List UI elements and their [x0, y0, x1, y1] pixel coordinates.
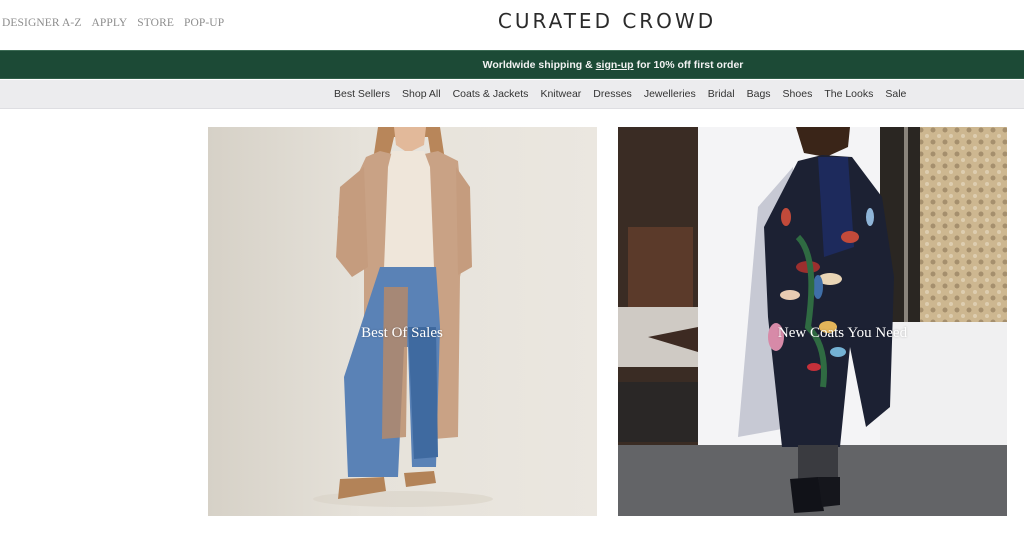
nav-item-knitwear[interactable]: Knitwear	[540, 88, 581, 100]
nav-item-coats-jackets[interactable]: Coats & Jackets	[453, 88, 529, 100]
banner-photo-cardigan-model	[313, 127, 493, 507]
nav-item-dresses[interactable]: Dresses	[593, 88, 632, 100]
promo-text-before: Worldwide shipping &	[482, 58, 593, 71]
nav-item-jewelleries[interactable]: Jewelleries	[644, 88, 696, 100]
sign-up-link[interactable]: sign-up	[596, 59, 634, 71]
promo-banner: Worldwide shipping & sign-up for 10% off…	[0, 50, 1024, 79]
top-header: DESIGNER A-Z APPLY STORE POP-UP CURATED …	[0, 0, 1024, 49]
nav-item-bags[interactable]: Bags	[747, 88, 771, 100]
nav-item-the-looks[interactable]: The Looks	[824, 88, 873, 100]
nav-item-shop-all[interactable]: Shop All	[402, 88, 441, 100]
site-logo[interactable]: CURATED CROWD	[0, 9, 1024, 33]
banner-best-of-sales[interactable]: Best Of Sales	[208, 127, 597, 516]
nav-item-bridal[interactable]: Bridal	[708, 88, 735, 100]
nav-item-best-sellers[interactable]: Best Sellers	[334, 88, 390, 100]
banner-photo-coat-model	[618, 127, 1007, 516]
main-nav: Best Sellers Shop All Coats & Jackets Kn…	[0, 80, 1024, 109]
banner-new-coats[interactable]: New Coats You Need	[618, 127, 1007, 516]
promo-text-after: for 10% off first order	[636, 58, 744, 71]
nav-item-sale[interactable]: Sale	[885, 88, 906, 100]
nav-item-shoes[interactable]: Shoes	[783, 88, 813, 100]
